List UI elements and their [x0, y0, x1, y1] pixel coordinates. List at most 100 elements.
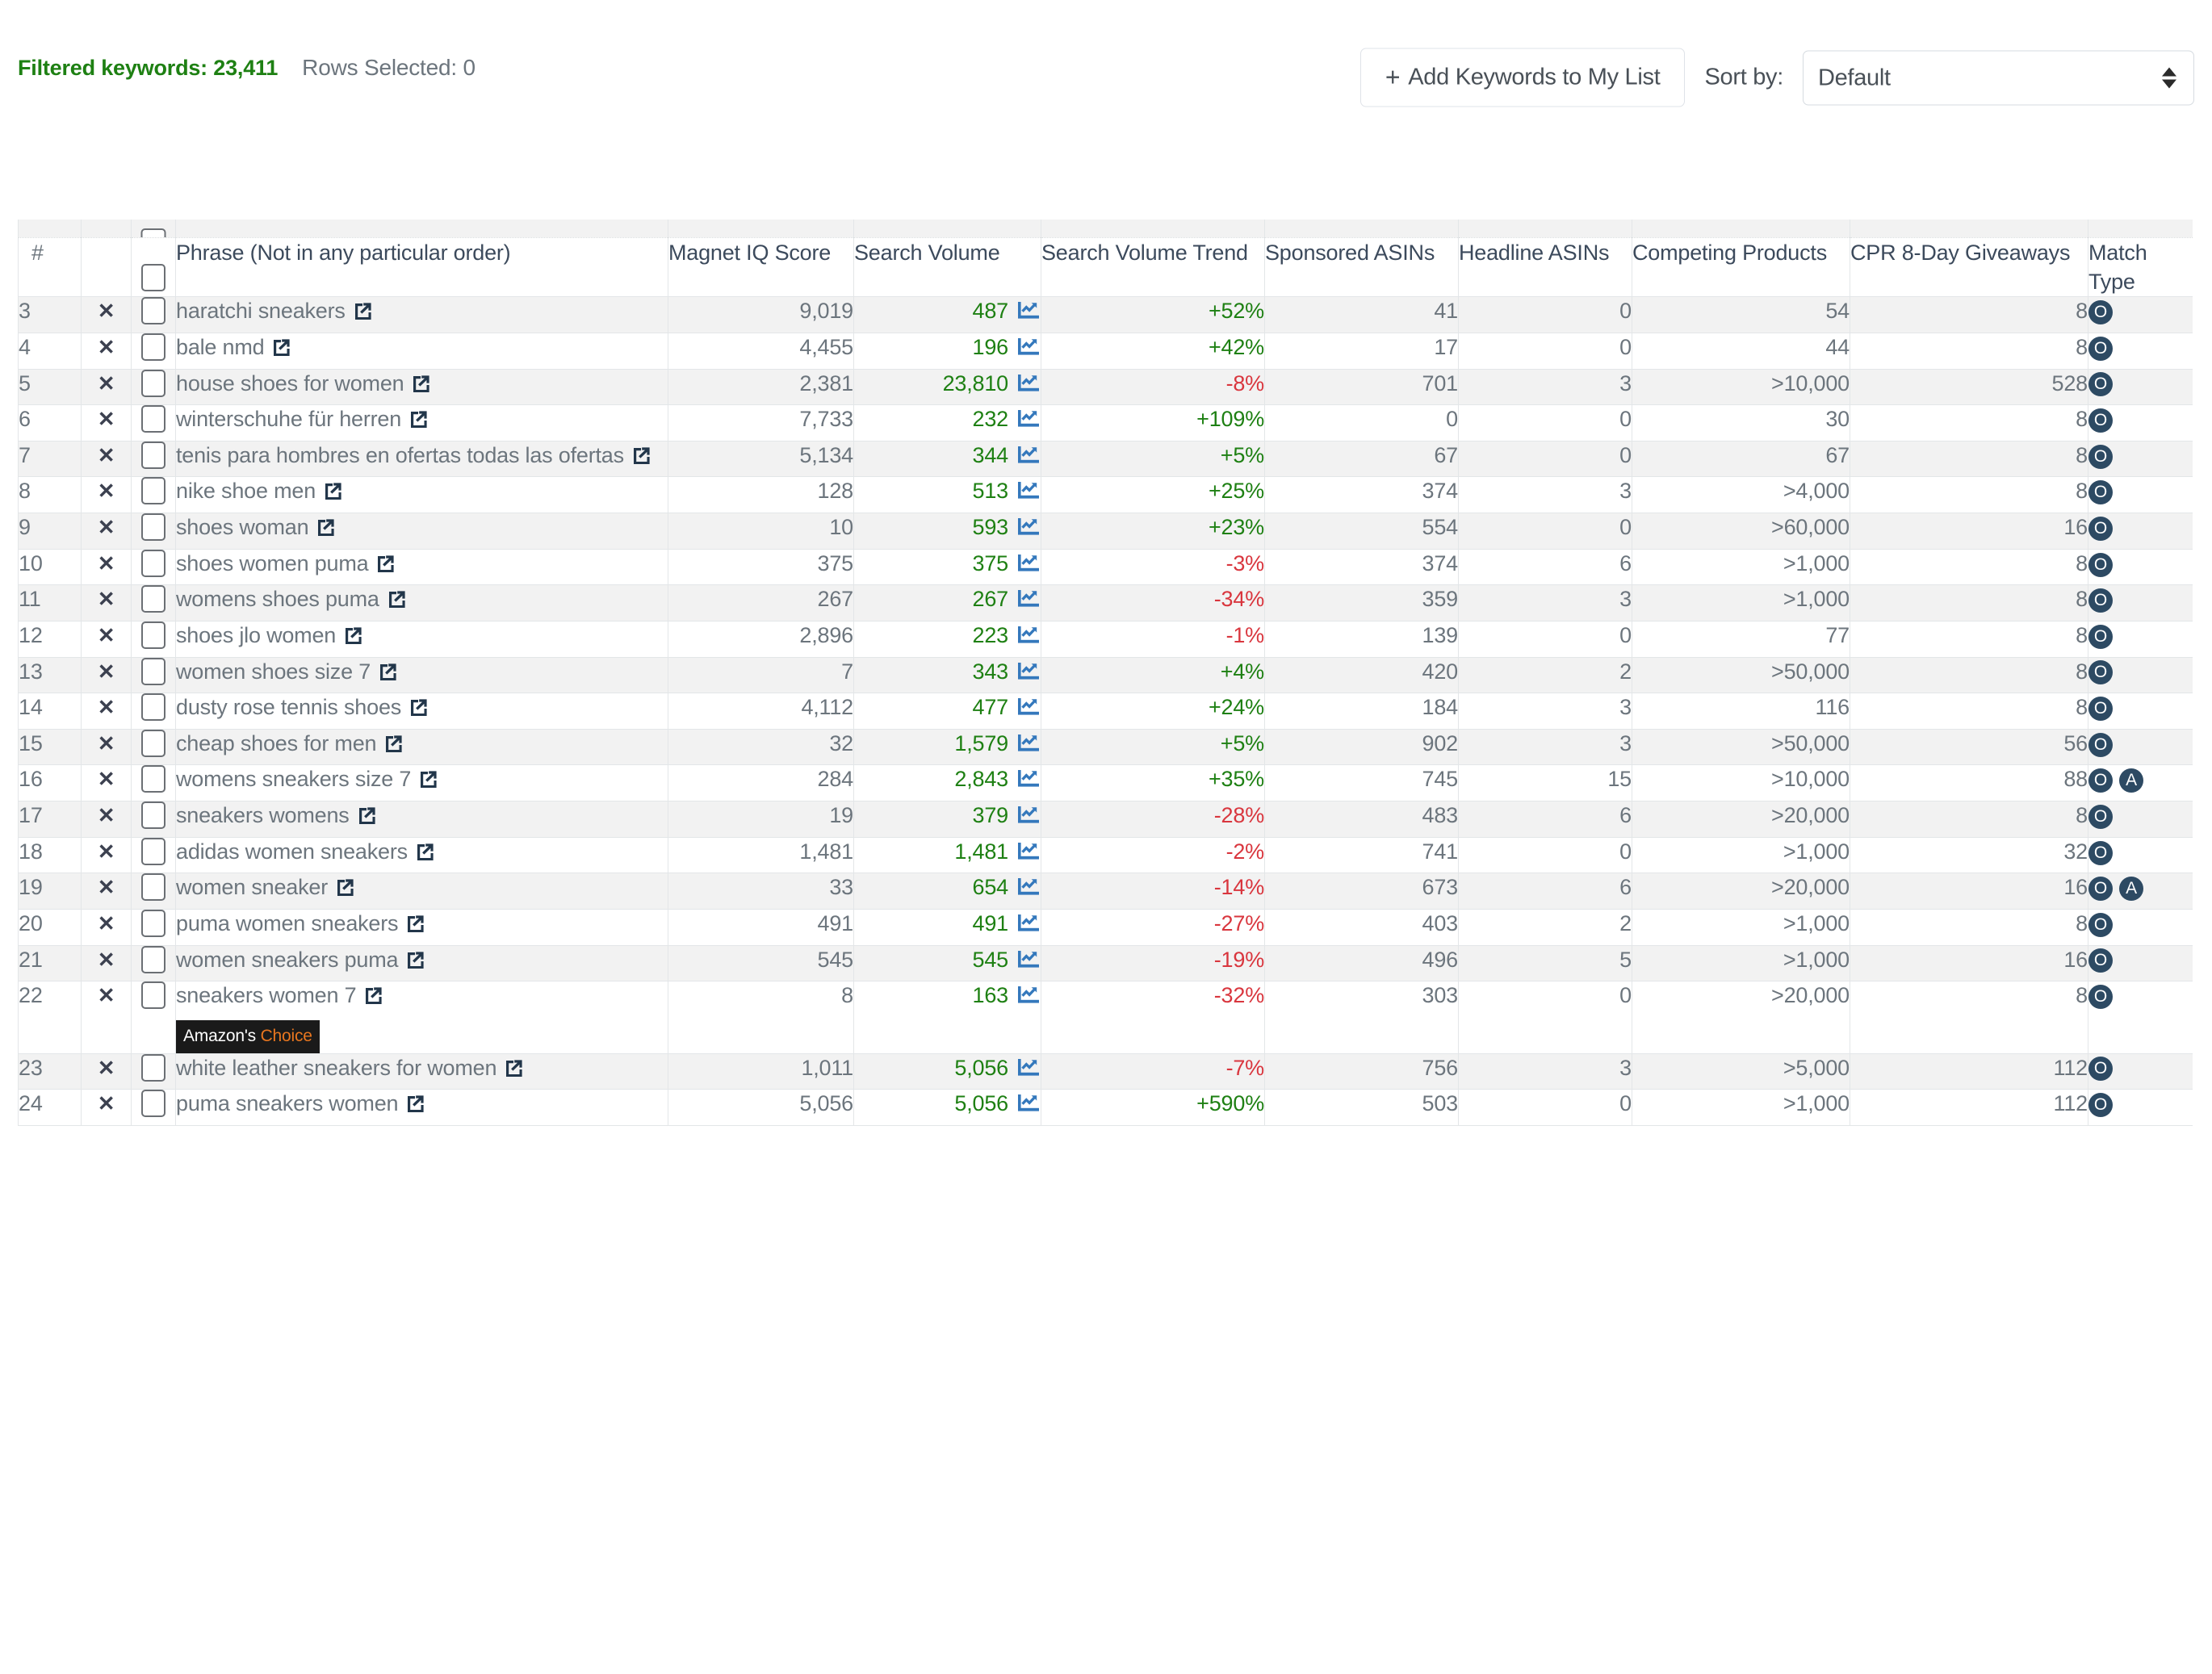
external-link-icon[interactable] — [315, 517, 334, 537]
trend-chart-icon[interactable] — [1018, 985, 1041, 1005]
external-link-icon[interactable] — [322, 481, 341, 500]
keyword-phrase-cell[interactable]: puma women sneakers — [175, 909, 668, 946]
trend-chart-icon[interactable] — [1018, 877, 1041, 897]
row-checkbox-icon[interactable] — [141, 477, 165, 505]
row-select-cell[interactable] — [131, 1053, 176, 1090]
remove-row-icon[interactable]: ✕ — [81, 873, 132, 910]
keyword-phrase-cell[interactable]: shoes jlo women — [175, 621, 668, 658]
column-header-match-type[interactable]: Match Type — [2088, 237, 2193, 298]
remove-row-icon[interactable]: ✕ — [81, 333, 132, 370]
external-link-icon[interactable] — [270, 337, 291, 357]
row-select-cell[interactable] — [131, 369, 176, 406]
external-link-icon[interactable] — [404, 950, 424, 969]
remove-row-icon[interactable]: ✕ — [81, 764, 132, 802]
keyword-phrase-cell[interactable]: shoes woman — [175, 513, 668, 550]
row-checkbox-icon[interactable] — [141, 405, 165, 433]
column-header-index[interactable]: # — [18, 237, 82, 298]
external-link-icon[interactable] — [408, 697, 427, 717]
remove-row-icon[interactable]: ✕ — [81, 837, 132, 874]
trend-chart-icon[interactable] — [1018, 1093, 1041, 1113]
trend-chart-icon[interactable] — [1018, 300, 1041, 320]
remove-row-icon[interactable]: ✕ — [81, 693, 132, 730]
remove-row-icon[interactable]: ✕ — [81, 909, 132, 946]
trend-chart-icon[interactable] — [1018, 625, 1041, 645]
row-checkbox-icon[interactable] — [141, 333, 165, 361]
external-link-icon[interactable] — [417, 769, 437, 789]
external-link-icon[interactable] — [352, 301, 371, 320]
trend-chart-icon[interactable] — [1018, 805, 1041, 825]
remove-row-icon[interactable]: ✕ — [81, 441, 132, 478]
row-select-cell[interactable] — [131, 333, 176, 370]
remove-row-icon[interactable]: ✕ — [81, 369, 132, 406]
trend-chart-icon[interactable] — [1018, 480, 1041, 500]
row-select-cell[interactable] — [131, 909, 176, 946]
row-select-cell[interactable] — [131, 873, 176, 910]
table-row[interactable]: 19 ✕ women sneaker 33 654 -14% 673 6 >20,000 16 O A — [18, 873, 2193, 910]
remove-row-icon[interactable]: ✕ — [81, 981, 132, 1054]
table-row[interactable]: 15 ✕ cheap shoes for men 32 1,579 +5% 902 3 >50,… — [18, 729, 2193, 766]
keyword-phrase-cell[interactable]: nike shoe men — [175, 476, 668, 514]
remove-row-icon[interactable]: ✕ — [81, 404, 132, 442]
trend-chart-icon[interactable] — [1018, 841, 1041, 861]
remove-row-icon[interactable]: ✕ — [81, 1053, 132, 1090]
row-checkbox-icon[interactable] — [141, 1090, 165, 1118]
row-checkbox-icon[interactable] — [141, 621, 165, 649]
row-select-cell[interactable] — [131, 404, 176, 442]
table-row[interactable]: 9 ✕ shoes woman 10 593 +23% 554 0 >60,000 16 O — [18, 513, 2193, 550]
table-row[interactable]: 3 ✕ haratchi sneakers 9,019 487 +52% 41 0 54 8 O — [18, 296, 2193, 333]
external-link-icon[interactable] — [334, 877, 354, 897]
column-header-headline-asins[interactable]: Headline ASINs — [1458, 237, 1632, 298]
row-checkbox-icon[interactable] — [141, 765, 165, 793]
row-select-cell[interactable] — [131, 945, 176, 982]
table-row[interactable]: 20 ✕ puma women sneakers 491 491 -27% 403 2 >1,0… — [18, 909, 2193, 946]
row-checkbox-icon[interactable] — [141, 297, 165, 325]
row-checkbox-icon[interactable] — [141, 837, 165, 865]
remove-row-icon[interactable]: ✕ — [81, 945, 132, 982]
table-row[interactable]: 6 ✕ winterschuhe für herren 7,733 232 +109% 0 0… — [18, 404, 2193, 442]
row-checkbox-icon[interactable] — [141, 873, 165, 902]
row-checkbox-icon[interactable] — [141, 657, 165, 685]
external-link-icon[interactable] — [375, 554, 395, 573]
column-header-select-all[interactable] — [131, 237, 176, 298]
row-select-cell[interactable] — [131, 657, 176, 694]
external-link-icon[interactable] — [631, 446, 650, 465]
keyword-phrase-cell[interactable]: cheap shoes for men — [175, 729, 668, 766]
trend-chart-icon[interactable] — [1018, 408, 1041, 429]
remove-row-icon[interactable]: ✕ — [81, 621, 132, 658]
table-row[interactable]: 17 ✕ sneakers womens 19 379 -28% 483 6 >20,000 8 O — [18, 801, 2193, 838]
trend-chart-icon[interactable] — [1018, 913, 1041, 933]
table-row[interactable]: 21 ✕ women sneakers puma 545 545 -19% 496 5 >1,0… — [18, 945, 2193, 982]
trend-chart-icon[interactable] — [1018, 697, 1041, 717]
row-select-cell[interactable] — [131, 513, 176, 550]
external-link-icon[interactable] — [356, 806, 375, 825]
remove-row-icon[interactable]: ✕ — [81, 584, 132, 621]
trend-chart-icon[interactable] — [1018, 1057, 1041, 1078]
keyword-phrase-cell[interactable]: women shoes size 7 — [175, 657, 668, 694]
keywords-table-viewport[interactable]: # Phrase (Not in any particular order) M… — [18, 220, 2193, 1674]
remove-row-icon[interactable]: ✕ — [81, 549, 132, 586]
trend-chart-icon[interactable] — [1018, 553, 1041, 573]
select-all-checkbox-icon[interactable] — [141, 264, 165, 291]
keyword-phrase-cell[interactable]: dusty rose tennis shoes — [175, 693, 668, 730]
row-checkbox-icon[interactable] — [141, 585, 165, 613]
table-row[interactable]: 14 ✕ dusty rose tennis shoes 4,112 477 +24% 18… — [18, 693, 2193, 730]
row-checkbox-icon[interactable] — [141, 693, 165, 722]
table-row[interactable]: 22 ✕ sneakers women 7 Amazon's Choice 8 163 -3… — [18, 981, 2193, 1054]
keyword-phrase-cell[interactable]: womens shoes puma — [175, 584, 668, 621]
trend-chart-icon[interactable] — [1018, 768, 1041, 789]
row-select-cell[interactable] — [131, 801, 176, 838]
sort-by-select[interactable]: Default — [1803, 50, 2194, 105]
table-row[interactable]: 13 ✕ women shoes size 7 7 343 +4% 420 2 >50,000 8… — [18, 657, 2193, 694]
column-header-competing-products[interactable]: Competing Products — [1632, 237, 1850, 298]
table-row[interactable]: 7 ✕ tenis para hombres en ofertas todas la… — [18, 441, 2193, 478]
trend-chart-icon[interactable] — [1018, 661, 1041, 681]
remove-row-icon[interactable]: ✕ — [81, 729, 132, 766]
row-select-cell[interactable] — [131, 584, 176, 621]
row-checkbox-icon[interactable] — [141, 369, 165, 397]
table-row[interactable]: 18 ✕ adidas women sneakers 1,481 1,481 -2% 741… — [18, 837, 2193, 874]
trend-chart-icon[interactable] — [1018, 373, 1041, 393]
trend-chart-icon[interactable] — [1018, 949, 1041, 969]
row-select-cell[interactable] — [131, 693, 176, 730]
table-row[interactable]: 11 ✕ womens shoes puma 267 267 -34% 359 3 >1,000… — [18, 584, 2193, 621]
trend-chart-icon[interactable] — [1018, 517, 1041, 537]
